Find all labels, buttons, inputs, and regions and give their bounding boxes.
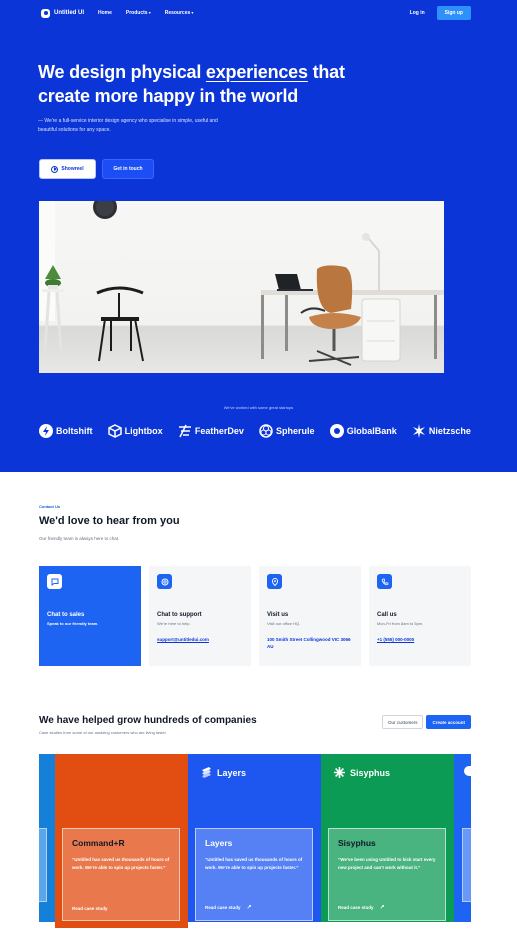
logo-icon — [41, 8, 50, 18]
case-quote: “Untitled has saved us thousands of hour… — [205, 857, 303, 870]
showreel-button[interactable]: Showreel — [39, 159, 96, 179]
nav-links: Home Products Resources — [98, 10, 193, 16]
contact-title: We'd love to hear from you — [39, 515, 180, 527]
map-pin-icon — [267, 574, 282, 589]
case-company-name: Sisyphus — [338, 838, 376, 848]
get-in-touch-button[interactable]: Get in touch — [102, 159, 154, 179]
layers-brand: Layers — [200, 766, 246, 779]
read-case-study-link[interactable]: Read case study ↗ — [338, 904, 385, 911]
read-case-study-link[interactable]: Read case study — [72, 906, 108, 911]
startups-caption: We've worked with some great startups — [223, 405, 294, 410]
logo-featherdev: FeatherDev — [178, 424, 244, 438]
brand-name: Untitled UI — [54, 10, 84, 16]
phone-link[interactable]: +1 (555) 000-0000 — [377, 636, 467, 643]
case-card-sisyphus[interactable]: Sisyphus Sisyphus “We've been using Unti… — [321, 754, 454, 922]
our-customers-button[interactable]: Our customers — [381, 715, 424, 729]
support-email-link[interactable]: support@untitledui.com — [157, 636, 247, 643]
logo-lightbox: Lightbox — [107, 424, 163, 438]
contact-subtitle: Our friendly team is always here to chat… — [39, 536, 120, 541]
startup-logos: Boltshift Lightbox FeatherDev Spherule G… — [39, 424, 471, 438]
top-nav: Untitled UI Home Products Resources Log … — [41, 5, 471, 21]
hero-title: We design physical experiences that crea… — [38, 62, 345, 106]
chat-icon — [47, 574, 62, 589]
signup-button[interactable]: Sign up — [436, 6, 471, 20]
case-card-commandr[interactable]: Command+R “Untitled has saved us thousan… — [55, 754, 188, 928]
case-studies-actions: Our customers Create account — [381, 715, 471, 729]
case-studies-title: We have helped grow hundreds of companie… — [39, 715, 257, 726]
arrow-up-right-icon: ↗ — [246, 905, 252, 911]
star-burst-icon — [412, 424, 425, 438]
contact-card-call[interactable]: Call us Mon-Fri from 8am to 5pm. +1 (555… — [369, 566, 471, 666]
hero-title-emphasis: experiences — [205, 62, 308, 82]
case-quote: “We've been using Untitled to kick start… — [338, 857, 436, 870]
hero-section: Untitled UI Home Products Resources Log … — [0, 0, 517, 472]
case-card-layers[interactable]: Layers Layers “Untitled has saved us tho… — [188, 754, 321, 922]
case-card-partial-right[interactable] — [454, 754, 471, 922]
logo-boltshift: Boltshift — [39, 424, 93, 438]
case-studies-subtitle: Case studies from some of our amazing cu… — [39, 730, 166, 735]
case-quote-box: Sisyphus “We've been using Untitled to k… — [328, 828, 446, 921]
contact-card-support[interactable]: Chat to support We're here to help. supp… — [149, 566, 251, 666]
bolt-icon — [39, 424, 53, 438]
sphere-icon — [259, 424, 273, 438]
logo-spherule: Spherule — [259, 424, 315, 438]
globe-icon — [329, 424, 344, 438]
office-address-link[interactable]: 100 Smith Street Collingwood VIC 3066 AU — [267, 636, 357, 650]
case-company-name: Layers — [205, 838, 233, 848]
case-quote: “Untitled has saved us thousands of hour… — [72, 857, 170, 870]
case-quote-box: Layers “Untitled has saved us thousands … — [195, 828, 313, 921]
nav-resources[interactable]: Resources — [165, 10, 194, 16]
case-study-carousel: Command+R “Untitled has saved us thousan… — [0, 754, 517, 938]
hero-subtitle: — We're a full-service interior design a… — [38, 118, 218, 133]
sisyphus-icon — [334, 767, 345, 778]
contact-card-sales[interactable]: Chat to sales Speak to our friendly team… — [39, 566, 141, 666]
case-quote-box: Command+R “Untitled has saved us thousan… — [62, 828, 180, 921]
contact-cards: Chat to sales Speak to our friendly team… — [39, 566, 471, 666]
hero-actions: Showreel Get in touch — [39, 159, 154, 179]
support-icon — [157, 574, 172, 589]
nav-home[interactable]: Home — [98, 10, 112, 16]
phone-icon — [377, 574, 392, 589]
brand-logo[interactable]: Untitled UI — [41, 8, 84, 18]
arrow-up-right-icon: ↗ — [379, 905, 385, 911]
case-company-name: Command+R — [72, 838, 125, 848]
contact-eyebrow: Contact Us — [39, 504, 61, 509]
create-account-button[interactable]: Create account — [426, 715, 471, 729]
layers-icon — [202, 767, 211, 778]
play-icon — [51, 165, 59, 173]
hero-office-image — [39, 201, 444, 373]
case-card-partial-left[interactable] — [39, 754, 55, 922]
login-link[interactable]: Log in — [410, 10, 425, 16]
sisyphus-brand: Sisyphus — [333, 766, 390, 779]
logo-globalbank: GlobalBank — [329, 424, 397, 438]
read-case-study-link[interactable]: Read case study ↗ — [205, 904, 252, 911]
nav-products[interactable]: Products — [126, 10, 151, 16]
feather-icon — [178, 424, 191, 438]
cube-icon — [107, 424, 122, 438]
nav-actions: Log in Sign up — [410, 6, 471, 20]
contact-card-visit[interactable]: Visit us Visit our office HQ. 100 Smith … — [259, 566, 361, 666]
logo-nietzsche: Nietzsche — [412, 424, 471, 438]
